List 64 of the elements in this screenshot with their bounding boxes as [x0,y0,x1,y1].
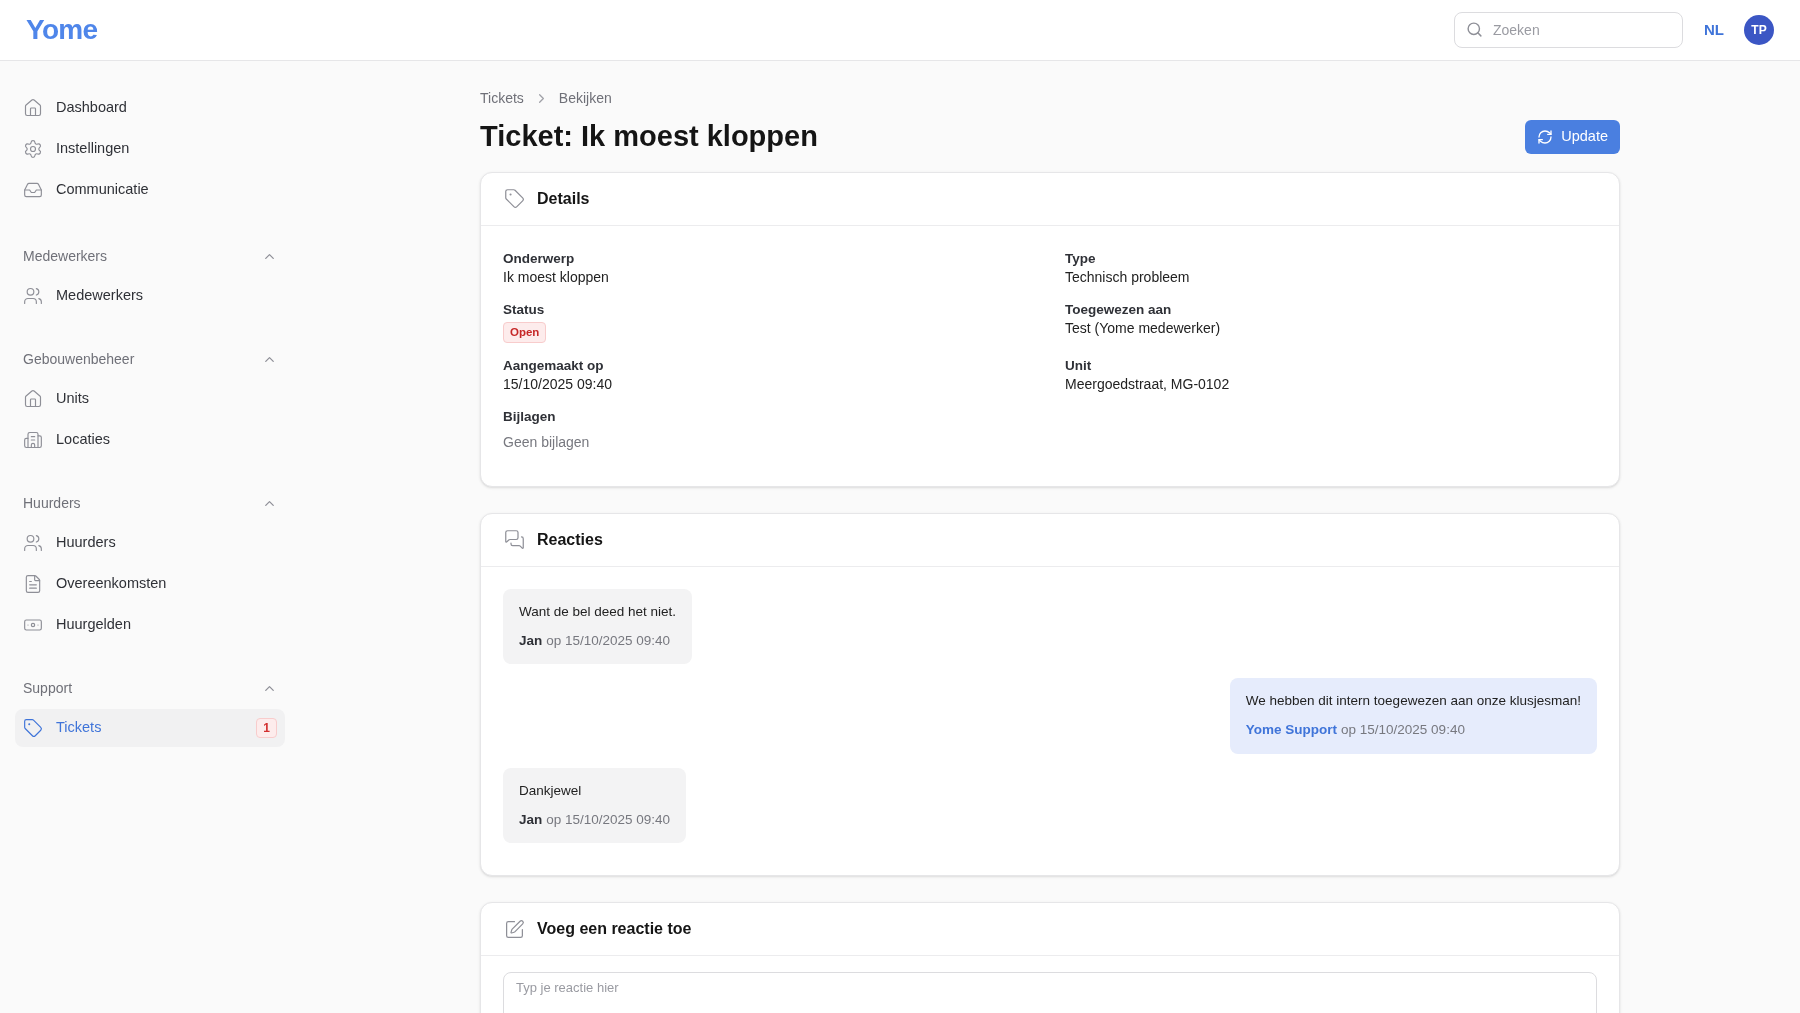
logo[interactable]: Yome [26,9,98,51]
message-date: op 15/10/2025 09:40 [1341,721,1465,740]
sidebar-item[interactable]: Tickets 1 [15,709,285,747]
message-author: Jan [519,631,543,650]
sidebar-item[interactable]: Overeenkomsten [15,565,285,603]
field-label: Status [503,300,546,319]
message-author: Yome Support [1245,721,1338,740]
section-heading: Support [23,678,73,698]
tag-icon [504,188,525,209]
sidebar-item[interactable]: Instellingen [15,130,285,168]
sidebar-item[interactable]: Locaties [15,421,285,459]
sidebar-item[interactable]: Medewerkers [15,277,285,315]
breadcrumb-link[interactable]: Bekijken [558,88,612,109]
building-icon [23,430,43,450]
field-value: Meergoedstraat, MG-0102 [1065,374,1231,394]
field-value: Ik moest kloppen [503,267,610,287]
field-label: Bijlagen [503,407,557,426]
field-value: Geen bijlagen [503,432,591,452]
inbox-icon [23,180,43,200]
search-icon [1466,21,1483,38]
sidebar-item[interactable]: Huurgelden [15,606,285,644]
message-date: op 15/10/2025 09:40 [546,631,671,650]
field-label: Unit [1065,356,1093,375]
sidebar-item[interactable]: Dashboard [15,89,285,127]
count-badge: 1 [256,718,277,738]
field-value: Technisch probleem [1065,267,1191,287]
people-icon [23,533,43,553]
tag-icon [23,718,43,738]
field-value: 15/10/2025 09:40 [503,374,613,394]
language-link[interactable]: NL [1704,18,1724,42]
sidebar-item[interactable]: Communicatie [15,171,285,209]
field-label: Aangemaakt op [503,356,605,375]
field-label: Type [1065,249,1097,268]
message-date: op 15/10/2025 09:40 [546,810,671,829]
message-text: We hebben dit intern toegewezen aan onze klusjesman! [1245,692,1581,710]
chat-icon [504,529,525,550]
card-title: Reacties [537,529,603,550]
refresh-icon [1537,128,1554,145]
user-avatar[interactable]: TP [1744,15,1774,45]
message-author: Jan [519,810,543,829]
message-text: Dankjewel [519,781,583,800]
message-text: Want de bel deed het niet. [519,602,677,621]
document-icon [23,574,43,594]
field-label: Toegewezen aan [1065,300,1173,319]
card-title: Details [537,188,590,209]
section-heading: Medewerkers [23,246,108,266]
field-value: Test (Yome medewerker) [1065,318,1222,338]
edit-icon [504,918,525,940]
house-icon [23,98,43,118]
field-label: Onderwerp [503,249,576,268]
search-field[interactable]: Zoeken [1454,12,1683,48]
people-icon [23,286,43,306]
breadcrumb-link[interactable]: Tickets [480,88,524,109]
section-heading: Huurders [23,493,81,513]
reaction-field[interactable]: Typ je reactie hier [503,972,1597,1013]
settings-icon [23,139,43,159]
sidebar-item[interactable]: Huurders [15,524,285,562]
page-title: Ticket: Ik moest kloppen [480,119,818,154]
house-icon [23,389,43,409]
status-badge: Open [503,321,547,343]
update-button[interactable]: Update [1525,119,1620,154]
sidebar-item[interactable]: Units [15,380,285,418]
section-heading: Gebouwenbeheer [23,349,135,369]
card-title: Voeg een reactie toe [537,919,692,939]
